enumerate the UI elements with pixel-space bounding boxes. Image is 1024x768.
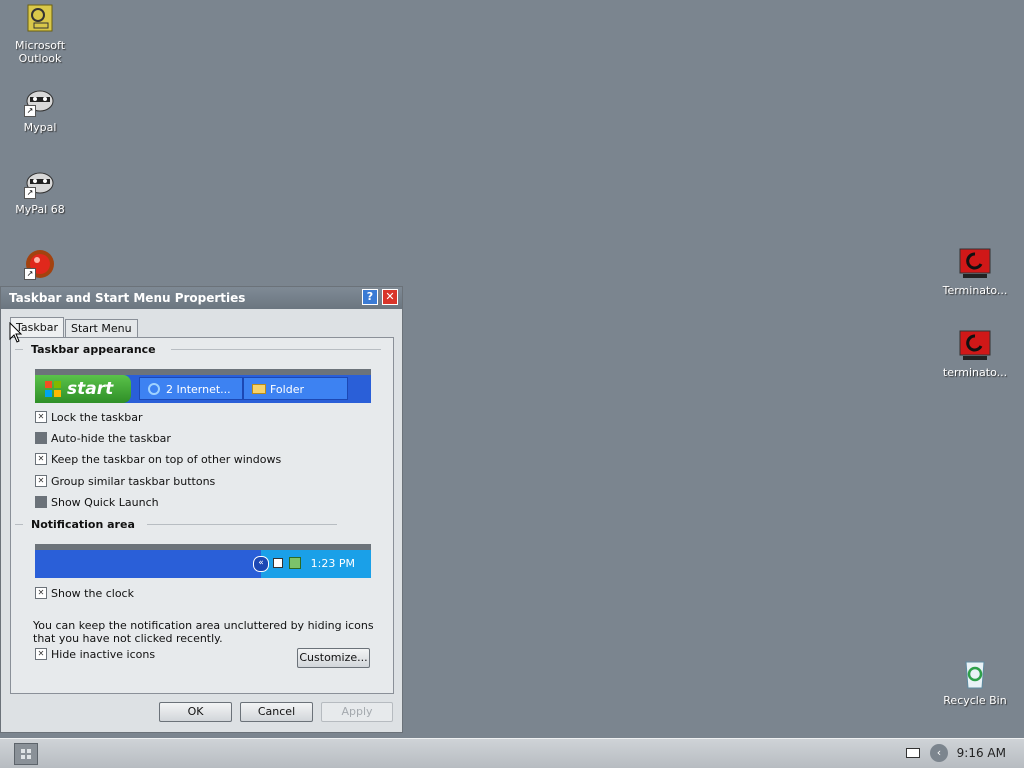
start-grid-icon	[21, 749, 31, 759]
hide-inactive-checkbox[interactable]: Hide inactive icons	[35, 648, 155, 662]
divider	[147, 524, 337, 525]
desktop-icon-terminator-1[interactable]: Terminato...	[935, 248, 1015, 297]
tray-clock: 1:23 PM	[310, 557, 355, 570]
desktop-icon-red-ball[interactable]: ↗	[0, 248, 80, 284]
auto-hide-checkbox[interactable]: Auto-hide the taskbar	[35, 432, 171, 446]
checkbox-box[interactable]	[35, 648, 47, 660]
cancel-button[interactable]: Cancel	[240, 702, 313, 722]
desktop-icon-recycle-bin[interactable]: Recycle Bin	[935, 658, 1015, 707]
start-label: start	[67, 379, 114, 399]
network-icon	[273, 558, 283, 568]
apply-button[interactable]: Apply	[321, 702, 393, 722]
keep-on-top-checkbox[interactable]: Keep the taskbar on top of other windows	[35, 453, 281, 467]
desktop-icon-terminator-2[interactable]: terminato...	[935, 330, 1015, 379]
show-clock-checkbox[interactable]: Show the clock	[35, 587, 134, 601]
divider	[15, 524, 23, 525]
group-buttons-checkbox[interactable]: Group similar taskbar buttons	[35, 475, 215, 489]
divider	[171, 349, 381, 350]
taskbar: ‹ 9:16 AM	[0, 738, 1024, 768]
outlook-icon	[24, 3, 56, 35]
tab-start-menu[interactable]: Start Menu	[65, 319, 138, 337]
start-button[interactable]	[14, 743, 38, 765]
dialog-title: Taskbar and Start Menu Properties	[9, 291, 246, 305]
raccoon-icon: ↗	[24, 167, 56, 199]
desktop-icon-label: Recycle Bin	[943, 694, 1007, 707]
tray-area: « 1:23 PM	[253, 550, 371, 578]
shortcut-arrow-icon: ↗	[24, 187, 36, 199]
checkbox-box[interactable]	[35, 475, 47, 487]
video-file-icon	[959, 248, 991, 280]
shortcut-arrow-icon: ↗	[24, 268, 36, 280]
checkbox-box[interactable]	[35, 411, 47, 423]
desktop-icon-label: Microsoft Outlook	[14, 39, 66, 65]
desktop-icon-label: Terminato...	[942, 284, 1008, 297]
close-button[interactable]: ✕	[382, 289, 398, 305]
raccoon-icon: ↗	[24, 85, 56, 117]
start-button-preview: start	[35, 375, 131, 403]
tab-strip: Taskbar Start Menu	[10, 317, 139, 337]
recycle-bin-icon	[959, 658, 991, 690]
chevron-left-icon: «	[253, 556, 269, 572]
lock-taskbar-checkbox[interactable]: Lock the taskbar	[35, 411, 143, 425]
system-clock[interactable]: 9:16 AM	[957, 739, 1006, 768]
dialog-titlebar[interactable]: Taskbar and Start Menu Properties ? ✕	[1, 287, 402, 309]
taskbar-appearance-heading: Taskbar appearance	[31, 343, 156, 356]
ok-button[interactable]: OK	[159, 702, 232, 722]
desktop-icon-mypal68[interactable]: ↗ MyPal 68	[0, 167, 80, 216]
notification-info-text: You can keep the notification area unclu…	[33, 619, 374, 645]
taskbar-properties-dialog: Taskbar and Start Menu Properties ? ✕ Ta…	[0, 286, 403, 733]
folder-icon	[252, 384, 266, 394]
shortcut-arrow-icon: ↗	[24, 105, 36, 117]
security-icon	[289, 557, 301, 569]
taskbar-tab-panel: Taskbar appearance start 2 Internet... F…	[10, 337, 394, 694]
notification-preview: « 1:23 PM	[35, 544, 371, 578]
desktop-icon-label: MyPal 68	[15, 203, 65, 216]
customize-button[interactable]: Customize...	[297, 648, 370, 668]
checkbox-box[interactable]	[35, 432, 47, 444]
windows-flag-icon	[45, 381, 61, 397]
desktop-icon-label: terminato...	[942, 366, 1008, 379]
notification-area-heading: Notification area	[31, 518, 135, 531]
checkbox-box[interactable]	[35, 496, 47, 508]
mouse-cursor-icon	[9, 322, 23, 343]
checkbox-box[interactable]	[35, 453, 47, 465]
desktop-icon-outlook[interactable]: Microsoft Outlook	[0, 3, 80, 65]
keyboard-icon[interactable]	[906, 748, 920, 758]
show-hidden-icons-icon[interactable]: ‹	[930, 744, 948, 762]
taskbar-preview: start 2 Internet... Folder	[35, 369, 371, 403]
task-button-folder: Folder	[243, 377, 348, 400]
red-orb-icon: ↗	[24, 248, 56, 280]
desktop-icon-mypal[interactable]: ↗ Mypal	[0, 85, 80, 134]
checkbox-box[interactable]	[35, 587, 47, 599]
ie-icon	[148, 383, 160, 395]
desktop-icon-label: Mypal	[23, 121, 57, 134]
divider	[15, 349, 23, 350]
video-file-icon	[959, 330, 991, 362]
help-button[interactable]: ?	[362, 289, 378, 305]
quick-launch-checkbox[interactable]: Show Quick Launch	[35, 496, 159, 510]
task-button-internet: 2 Internet...	[139, 377, 243, 400]
